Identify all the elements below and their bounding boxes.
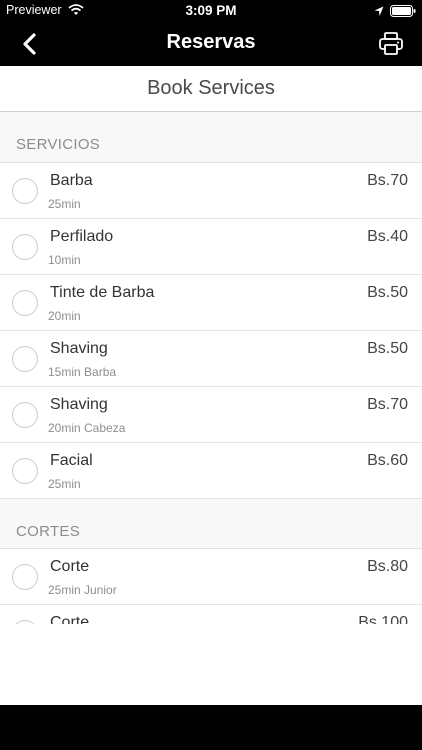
service-detail: 25min bbox=[48, 477, 81, 491]
section-header-cortes: CORTES bbox=[0, 499, 422, 549]
service-name: Shaving bbox=[50, 340, 108, 357]
service-row[interactable]: Shaving 20min Cabeza Bs.70 bbox=[0, 387, 422, 443]
service-row[interactable]: Shaving 15min Barba Bs.50 bbox=[0, 331, 422, 387]
service-price: Bs.40 bbox=[367, 228, 408, 245]
printer-icon bbox=[379, 32, 403, 55]
service-price: Bs.60 bbox=[367, 452, 408, 469]
radio-button[interactable] bbox=[12, 234, 38, 260]
service-row[interactable]: Tinte de Barba 20min Bs.50 bbox=[0, 275, 422, 331]
status-time: 3:09 PM bbox=[185, 3, 237, 18]
service-name: Tinte de Barba bbox=[50, 284, 155, 301]
service-price: Bs.70 bbox=[367, 172, 408, 189]
status-bar: Previewer 3:09 PM bbox=[0, 0, 422, 22]
service-name: Shaving bbox=[50, 396, 108, 413]
service-row[interactable]: Corte 25min Junior Bs.80 bbox=[0, 549, 422, 605]
service-row[interactable]: Corte Bs.100 bbox=[0, 605, 422, 624]
chevron-left-icon bbox=[23, 33, 36, 55]
service-detail: 15min Barba bbox=[48, 365, 117, 379]
service-row[interactable]: Barba 25min Bs.70 bbox=[0, 163, 422, 219]
radio-button[interactable] bbox=[12, 346, 38, 372]
service-price: Bs.50 bbox=[367, 340, 408, 357]
service-name: Corte bbox=[50, 558, 90, 575]
radio-button[interactable] bbox=[12, 178, 38, 204]
radio-button[interactable] bbox=[12, 564, 38, 590]
service-price: Bs.100 bbox=[358, 614, 408, 624]
service-price: Bs.50 bbox=[367, 284, 408, 301]
service-price: Bs.80 bbox=[367, 558, 408, 575]
print-button[interactable] bbox=[374, 28, 408, 60]
service-row[interactable]: Facial 25min Bs.60 bbox=[0, 443, 422, 499]
service-row[interactable]: Perfilado 10min Bs.40 bbox=[0, 219, 422, 275]
navigation-bar: Reservas bbox=[0, 22, 422, 66]
services-list[interactable]: SERVICIOS Barba 25min Bs.70 Perfilado 10… bbox=[0, 112, 422, 624]
radio-button[interactable] bbox=[12, 402, 38, 428]
location-icon bbox=[374, 5, 384, 20]
radio-button[interactable] bbox=[12, 290, 38, 316]
back-button[interactable] bbox=[14, 28, 46, 60]
section-header-servicios: SERVICIOS bbox=[0, 112, 422, 163]
service-name: Perfilado bbox=[50, 228, 114, 245]
service-detail: 20min bbox=[48, 309, 81, 323]
page-title: Reservas bbox=[166, 31, 256, 53]
service-detail: 10min bbox=[48, 253, 81, 267]
service-name: Corte bbox=[50, 614, 90, 624]
service-name: Barba bbox=[50, 172, 93, 189]
radio-button[interactable] bbox=[12, 458, 38, 484]
service-price: Bs.70 bbox=[367, 396, 408, 413]
service-name: Facial bbox=[50, 452, 93, 469]
service-detail: 25min Junior bbox=[48, 583, 117, 597]
service-detail: 25min bbox=[48, 197, 81, 211]
service-detail: 20min Cabeza bbox=[48, 421, 126, 435]
empty-area bbox=[0, 624, 422, 705]
battery-icon bbox=[390, 5, 416, 20]
book-services-header: Book Services bbox=[0, 66, 422, 112]
bottom-bar bbox=[0, 705, 422, 750]
